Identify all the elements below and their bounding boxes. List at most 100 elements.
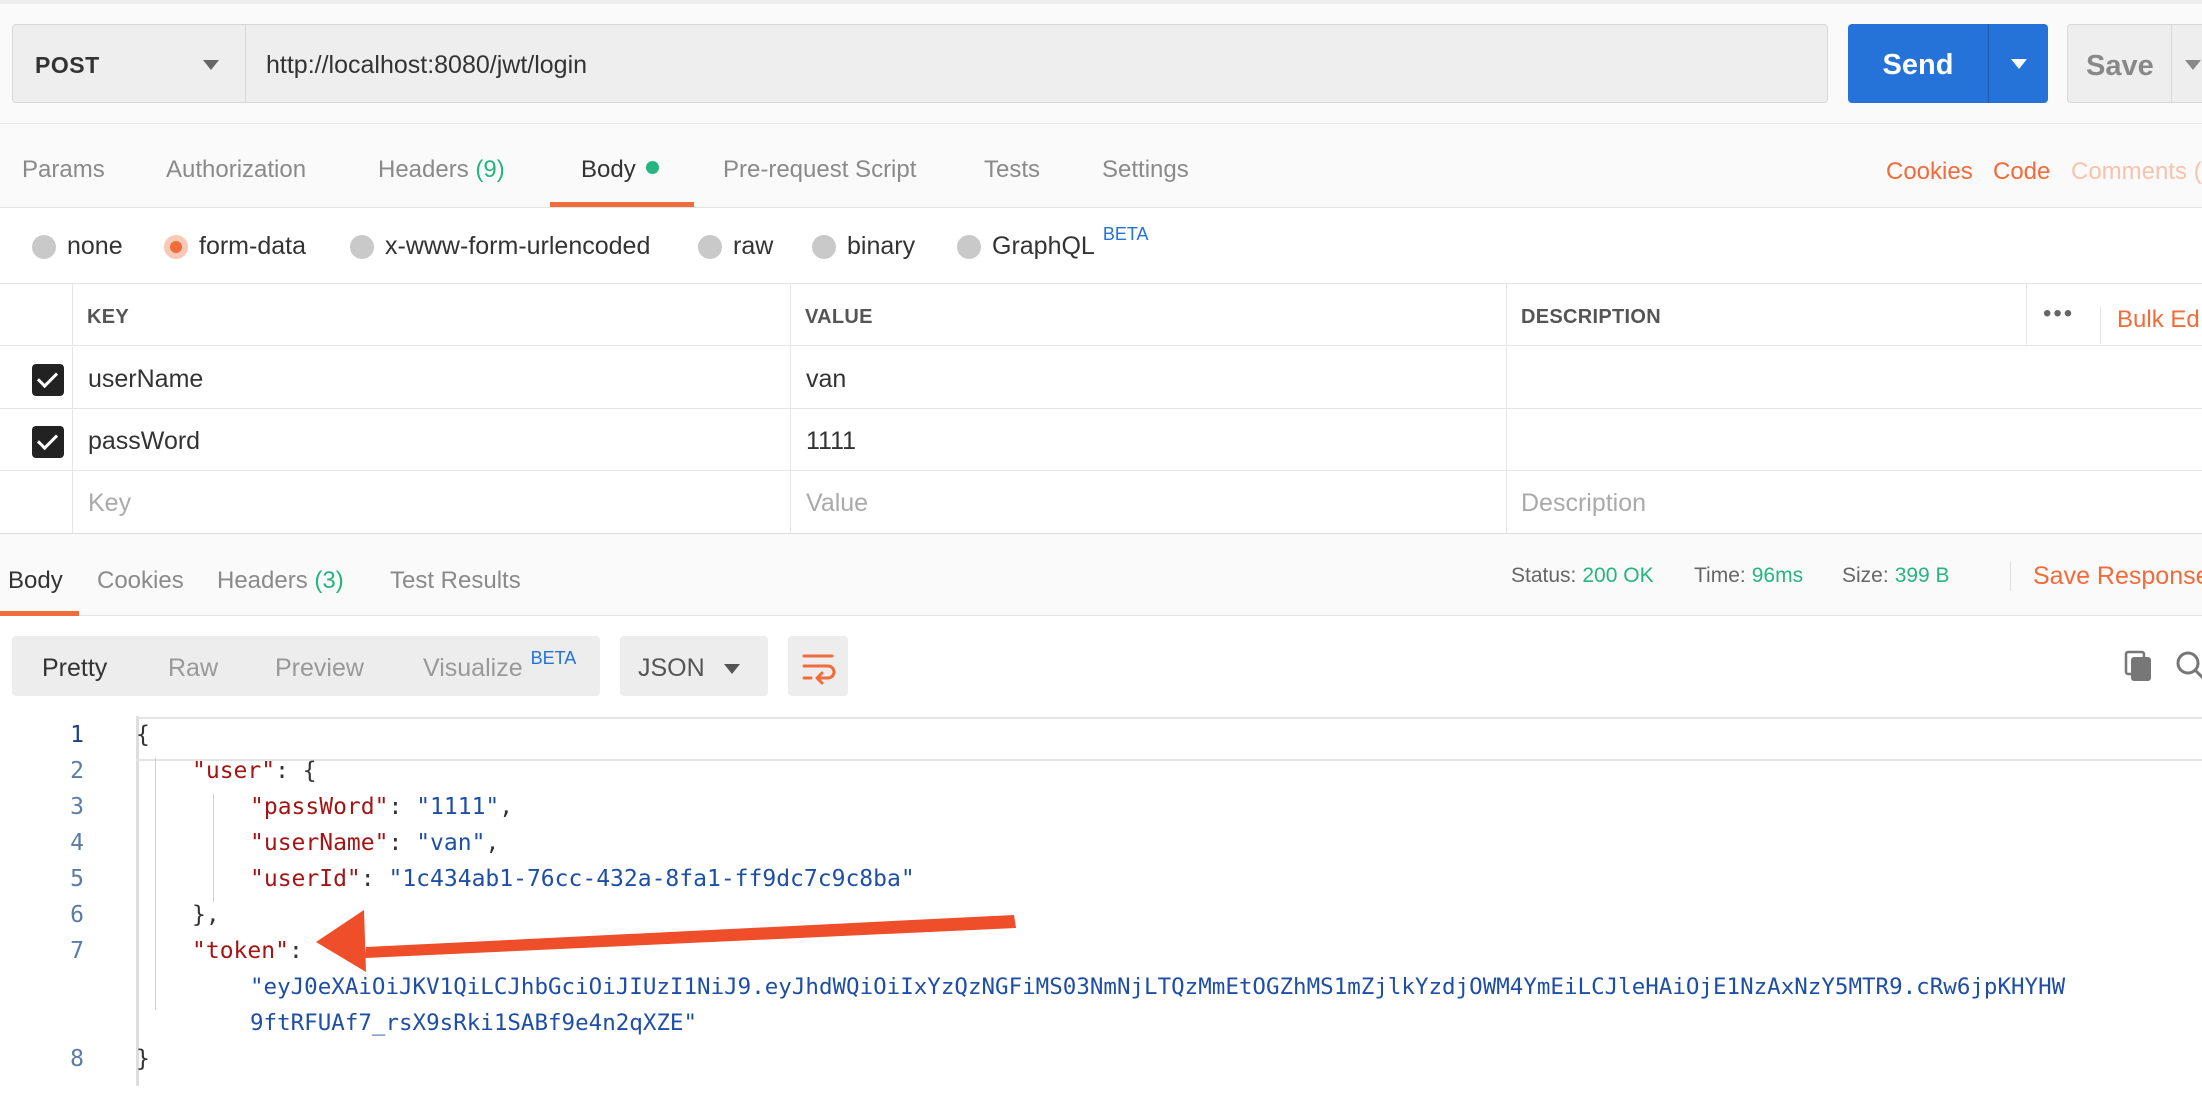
radio-x-www-form-urlencoded[interactable]: x-www-form-urlencoded (350, 232, 650, 261)
chevron-down-icon (203, 60, 219, 70)
current-line-highlight (136, 717, 2202, 761)
method-select[interactable]: POST (12, 24, 246, 103)
line-number: 4 (70, 830, 84, 856)
radio-none[interactable]: none (32, 232, 123, 261)
response-tab-test-results[interactable]: Test Results (390, 567, 521, 595)
format-label: JSON (638, 654, 705, 682)
code-token: , (485, 830, 500, 856)
response-view-toolbar: Pretty Raw Preview Visualize BETA JSON (0, 616, 2202, 712)
description-cell[interactable] (1507, 347, 2202, 408)
radio-label: GraphQL (992, 232, 1095, 260)
code-line-2: "user": { (192, 758, 317, 784)
radio-circle (698, 234, 722, 259)
value-cell[interactable]: van (791, 347, 1507, 408)
line-number: 6 (70, 902, 84, 928)
radio-circle (32, 234, 56, 259)
tab-headers[interactable]: Headers (9) (378, 156, 505, 184)
wrap-lines-button[interactable] (788, 636, 848, 696)
bulk-edit-link[interactable]: Bulk Ed (2100, 306, 2200, 344)
view-preview[interactable]: Preview (275, 654, 364, 683)
cookies-link[interactable]: Cookies (1886, 158, 1973, 186)
status-value: 200 OK (1582, 564, 1654, 587)
response-headers-count: (3) (314, 567, 344, 594)
table-row-new: Key Value Description (0, 471, 2202, 533)
description-input[interactable]: Description (1507, 471, 2202, 533)
body-type-selector: none form-data x-www-form-urlencoded raw… (0, 208, 2202, 284)
response-code-editor[interactable]: 1 2 3 4 5 6 7 8 { "user": { "passWord": … (0, 712, 2202, 1094)
key-cell[interactable]: passWord (73, 409, 791, 470)
line-number: 5 (70, 866, 84, 892)
key-input[interactable]: Key (73, 471, 791, 533)
row-check-cell (0, 471, 73, 533)
radio-binary[interactable]: binary (812, 232, 915, 261)
key-placeholder: Key (88, 489, 132, 517)
response-tab-headers[interactable]: Headers (3) (217, 567, 344, 595)
response-tab-cookies[interactable]: Cookies (97, 567, 184, 595)
header-description: DESCRIPTION (1507, 284, 2027, 345)
value-input[interactable]: Value (791, 471, 1507, 533)
format-select[interactable]: JSON (620, 636, 768, 696)
more-dots-icon[interactable]: ••• (2043, 300, 2074, 328)
method-label: POST (35, 52, 100, 78)
row-checkbox[interactable] (32, 364, 64, 396)
status-label: Status: (1511, 564, 1577, 587)
radio-label: x-www-form-urlencoded (385, 232, 651, 260)
status-readout: Status: 200 OK (1511, 564, 1654, 588)
tab-authorization[interactable]: Authorization (166, 156, 306, 184)
chevron-down-icon (724, 664, 740, 674)
chevron-down-icon[interactable] (2185, 60, 2201, 70)
tab-tests[interactable]: Tests (984, 156, 1040, 184)
json-string: 9ftRFUAf7_rsX9sRki1SABf9e4n2qXZE" (250, 1010, 698, 1036)
row-check-cell (0, 347, 73, 408)
header-check-cell (0, 284, 73, 345)
row-checkbox[interactable] (32, 426, 64, 458)
beta-badge: BETA (530, 648, 577, 668)
code-token: { (136, 722, 150, 748)
line-number: 1 (70, 722, 84, 748)
radio-label: raw (733, 232, 774, 260)
save-response-button[interactable]: Save Response (2010, 562, 2202, 591)
tab-settings[interactable]: Settings (1102, 156, 1189, 184)
code-line-7-wrap-b: 9ftRFUAf7_rsX9sRki1SABf9e4n2qXZE" (250, 1010, 697, 1036)
search-icon[interactable] (2175, 650, 2202, 680)
radio-circle (957, 234, 981, 259)
radio-raw[interactable]: raw (698, 232, 773, 261)
view-pretty[interactable]: Pretty (42, 654, 107, 683)
tab-pre-request-script[interactable]: Pre-request Script (723, 156, 916, 184)
radio-form-data[interactable]: form-data (164, 232, 306, 261)
value-placeholder: Value (806, 489, 869, 517)
response-tab-body[interactable]: Body (8, 567, 63, 595)
row-check-cell (0, 409, 73, 470)
key-cell[interactable]: userName (73, 347, 791, 408)
size-value: 399 B (1894, 564, 1950, 587)
size-readout: Size: 399 B (1842, 564, 1950, 588)
tab-body[interactable]: Body (581, 156, 659, 184)
send-options-button[interactable] (1988, 24, 2048, 103)
modified-dot-icon (645, 161, 659, 174)
url-input[interactable]: http://localhost:8080/jwt/login (245, 24, 1828, 103)
save-button[interactable]: Save (2067, 24, 2202, 103)
send-label: Send (1882, 49, 1954, 81)
url-text: http://localhost:8080/jwt/login (266, 51, 588, 79)
time-value: 96ms (1751, 564, 1804, 587)
indent-guide (213, 794, 214, 902)
code-link[interactable]: Code (1993, 158, 2050, 186)
value-cell[interactable]: 1111 (791, 409, 1507, 470)
top-divider (0, 0, 2202, 4)
tab-params[interactable]: Params (22, 156, 105, 184)
beta-badge: BETA (1102, 224, 1149, 244)
radio-graphql[interactable]: GraphQL BETA (957, 224, 1149, 261)
code-line-4: "userName": "van", (250, 830, 499, 856)
code-token: : (288, 938, 303, 964)
send-button[interactable]: Send (1848, 24, 1988, 103)
comments-link[interactable]: Comments ( (2071, 158, 2202, 186)
copy-icon[interactable] (2124, 650, 2152, 682)
key-text: userName (88, 365, 204, 393)
view-raw[interactable]: Raw (168, 654, 218, 683)
code-token: , (499, 794, 514, 820)
value-text: van (806, 365, 847, 393)
code-line-3: "passWord": "1111", (250, 794, 513, 820)
value-text: 1111 (806, 427, 857, 455)
view-visualize[interactable]: Visualize BETA (423, 648, 576, 683)
description-cell[interactable] (1507, 409, 2202, 470)
